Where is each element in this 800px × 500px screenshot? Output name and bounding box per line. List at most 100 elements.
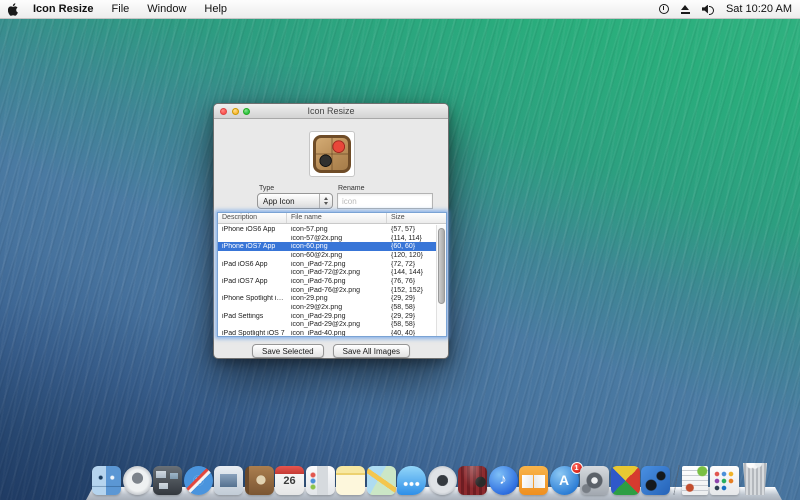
icon-preview-well	[309, 131, 355, 177]
dock-safari-icon[interactable]	[184, 466, 213, 495]
file-table: Description File name Size iPhone iOS6 A…	[217, 212, 447, 337]
table-cell: icon-29.png	[287, 295, 387, 302]
button-row: Save Selected Save All Images	[214, 344, 448, 358]
rename-input[interactable]	[337, 193, 433, 209]
table-cell: iPad Spotlight iOS 7	[218, 330, 287, 337]
rename-label: Rename	[338, 185, 364, 192]
volume-icon[interactable]	[702, 5, 715, 14]
table-cell: {29, 29}	[387, 313, 436, 320]
dock-reminders-icon[interactable]	[306, 466, 335, 495]
dock-photo-booth-icon[interactable]	[458, 466, 487, 495]
table-row[interactable]: icon_iPad-72@2x.png{144, 144}	[218, 268, 436, 277]
column-header-filename[interactable]: File name	[287, 213, 387, 223]
table-row[interactable]: icon_iPad-29@2x.png{58, 58}	[218, 321, 436, 330]
table-cell: icon-60.png	[287, 243, 387, 250]
dock-colorful-app-icon[interactable]	[611, 466, 640, 495]
table-row[interactable]: iPhone iOS7 Appicon-60.png{60, 60}	[218, 242, 436, 251]
menu-icon-resize[interactable]: Icon Resize	[33, 3, 94, 15]
table-cell: {72, 72}	[387, 261, 436, 268]
table-cell: iPhone iOS6 App	[218, 226, 287, 233]
dock-documents-stack-icon[interactable]	[682, 466, 708, 495]
table-cell: icon-57.png	[287, 226, 387, 233]
close-button[interactable]	[220, 108, 227, 115]
eject-icon[interactable]	[680, 5, 691, 14]
dock-contacts-icon[interactable]	[245, 466, 274, 495]
type-label: Type	[259, 185, 274, 192]
menu-window[interactable]: Window	[147, 3, 186, 15]
table-row[interactable]: iPad Spotlight iOS 7icon_iPad-40.png{40,…	[218, 329, 436, 337]
table-row[interactable]: iPad iOS6 Appicon_iPad-72.png{72, 72}	[218, 260, 436, 269]
table-cell: icon_iPad-29@2x.png	[287, 321, 387, 328]
dock-system-preferences-icon[interactable]	[580, 466, 609, 495]
table-row[interactable]: icon_iPad-76@2x.png{152, 152}	[218, 286, 436, 295]
apple-icon	[8, 3, 19, 16]
clock-icon[interactable]	[659, 4, 669, 14]
window-controls	[220, 108, 250, 115]
table-scrollbar[interactable]	[436, 225, 446, 336]
apple-menu[interactable]	[8, 3, 19, 16]
zoom-button[interactable]	[243, 108, 250, 115]
icon-resize-window: Icon Resize Type Rename App Icon Descrip…	[213, 103, 449, 359]
column-header-size[interactable]: Size	[387, 213, 446, 223]
table-cell: icon_iPad-76.png	[287, 278, 387, 285]
table-body: iPhone iOS6 Appicon-57.png{57, 57}icon-5…	[218, 225, 436, 336]
menu-file[interactable]: File	[112, 3, 130, 15]
dock-mission-control-icon[interactable]	[153, 466, 182, 495]
dock-divider	[672, 465, 681, 495]
table-row[interactable]: icon-29@2x.png{58, 58}	[218, 303, 436, 312]
table-cell: iPad iOS6 App	[218, 261, 287, 268]
dock-mail-icon[interactable]	[214, 466, 243, 495]
menu-bar: Icon Resize File Window Help Sat 10:20 AM	[0, 0, 800, 19]
dock-calendar-icon[interactable]: 26	[275, 466, 304, 495]
table-cell: iPad Settings	[218, 313, 287, 320]
dock-ibooks-icon[interactable]	[519, 466, 548, 495]
dock-facetime-icon[interactable]	[428, 466, 457, 495]
scrollbar-thumb[interactable]	[438, 228, 445, 304]
table-cell: {57, 57}	[387, 226, 436, 233]
save-all-images-button[interactable]: Save All Images	[333, 344, 410, 358]
game-board-icon	[313, 135, 351, 173]
table-cell: icon-57@2x.png	[287, 235, 387, 242]
table-header: Description File name Size	[218, 213, 446, 224]
menu-bar-clock[interactable]: Sat 10:20 AM	[726, 3, 792, 15]
menu-help[interactable]: Help	[204, 3, 227, 15]
table-row[interactable]: icon-57@2x.png{114, 114}	[218, 234, 436, 243]
window-content: Type Rename App Icon Description File na…	[214, 119, 448, 358]
table-cell: {40, 40}	[387, 330, 436, 337]
dock-maps-icon[interactable]	[367, 466, 396, 495]
dock-icon-resize-app-icon[interactable]	[641, 466, 670, 495]
dock-app-store-icon[interactable]: 1	[550, 466, 579, 495]
table-row[interactable]: iPad iOS7 Appicon_iPad-76.png{76, 76}	[218, 277, 436, 286]
table-cell: icon_iPad-72@2x.png	[287, 269, 387, 276]
table-cell: icon_iPad-29.png	[287, 313, 387, 320]
table-cell: iPad iOS7 App	[218, 278, 287, 285]
table-cell: icon_iPad-40.png	[287, 330, 387, 337]
dock-itunes-icon[interactable]	[489, 466, 518, 495]
table-row[interactable]: iPad Settingsicon_iPad-29.png{29, 29}	[218, 312, 436, 321]
table-cell: {29, 29}	[387, 295, 436, 302]
dock-notes-icon[interactable]	[336, 466, 365, 495]
table-cell: {60, 60}	[387, 243, 436, 250]
save-selected-button[interactable]: Save Selected	[252, 344, 324, 358]
dock: 26 1	[92, 463, 770, 495]
type-popup-value: App Icon	[263, 197, 295, 206]
column-header-description[interactable]: Description	[218, 213, 287, 223]
calendar-day-label: 26	[275, 474, 304, 489]
type-popup-button[interactable]: App Icon	[257, 193, 333, 209]
dock-messages-icon[interactable]	[397, 466, 426, 495]
table-cell: {76, 76}	[387, 278, 436, 285]
dock-downloads-folder-icon[interactable]	[710, 466, 739, 495]
table-row[interactable]: iPhone iOS6 Appicon-57.png{57, 57}	[218, 225, 436, 234]
table-row[interactable]: icon-60@2x.png{120, 120}	[218, 251, 436, 260]
dock-finder-icon[interactable]	[92, 466, 121, 495]
dock-launchpad-icon[interactable]	[123, 466, 152, 495]
table-cell: {114, 114}	[387, 235, 436, 242]
window-title-bar[interactable]: Icon Resize	[214, 104, 448, 119]
dock-trash-icon[interactable]	[740, 463, 770, 495]
minimize-button[interactable]	[232, 108, 239, 115]
menu-bar-status-area: Sat 10:20 AM	[659, 3, 792, 15]
table-cell: {58, 58}	[387, 321, 436, 328]
table-row[interactable]: iPhone Spotlight i…icon-29.png{29, 29}	[218, 295, 436, 304]
table-cell: icon_iPad-72.png	[287, 261, 387, 268]
table-cell: {120, 120}	[387, 252, 436, 259]
